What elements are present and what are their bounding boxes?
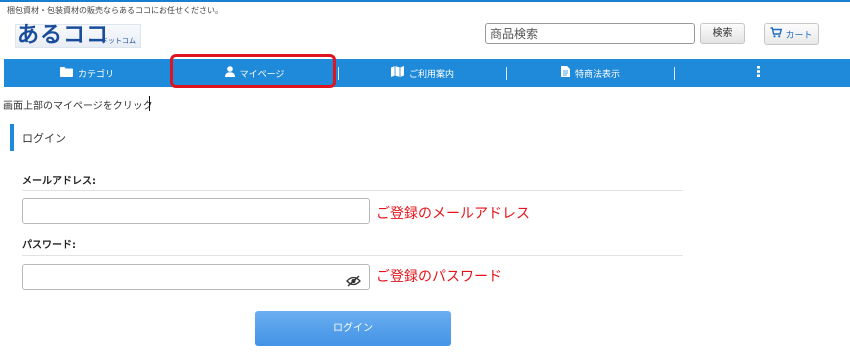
login-section-title: ログイン [22, 132, 66, 145]
site-tagline: 梱包資材・包装資材の販売ならあるココにお任せください。 [7, 6, 223, 15]
email-label: メールアドレス: [22, 176, 96, 187]
text-cursor [149, 96, 150, 111]
folder-icon [59, 66, 73, 80]
map-icon [390, 66, 404, 80]
password-divider [22, 255, 683, 256]
top-accent-line [0, 0, 850, 2]
cart-button[interactable]: カート [764, 23, 819, 45]
more-vertical-icon [757, 66, 760, 80]
search-input[interactable] [485, 23, 695, 44]
password-note: ご登録のパスワード [376, 269, 502, 285]
search-button[interactable]: 検索 [700, 23, 745, 44]
cart-icon [770, 27, 783, 41]
password-label: パスワード: [22, 240, 76, 251]
nav-item-label: カテゴリ [77, 69, 114, 80]
logo-text: あるココ [17, 23, 110, 48]
password-field[interactable] [22, 264, 370, 290]
nav-item-guide[interactable]: ご利用案内 [339, 59, 506, 87]
email-note: ご登録のメールアドレス [376, 206, 530, 222]
document-icon [560, 66, 570, 80]
email-divider [22, 190, 683, 191]
hide-password-icon[interactable] [346, 272, 361, 291]
instruction-text: 画面上部のマイページをクリック [3, 101, 153, 112]
site-logo[interactable]: あるココ ドットコム [15, 22, 141, 50]
login-button[interactable]: ログイン [255, 311, 451, 346]
cart-label: カート [785, 30, 813, 41]
nav-item-category[interactable]: カテゴリ [4, 59, 170, 87]
mypage-highlight-frame [170, 54, 336, 88]
main-navigation: カテゴリ マイページ ご利用案内 特商法表示 [4, 59, 850, 87]
nav-item-label: ご利用案内 [408, 69, 454, 80]
nav-item-more[interactable] [675, 59, 842, 87]
logo-subtext: ドットコム [101, 37, 136, 45]
nav-item-legal-notice[interactable]: 特商法表示 [507, 59, 674, 87]
section-accent-bar [10, 124, 14, 151]
email-field[interactable] [22, 198, 370, 224]
nav-item-label: 特商法表示 [574, 69, 620, 80]
